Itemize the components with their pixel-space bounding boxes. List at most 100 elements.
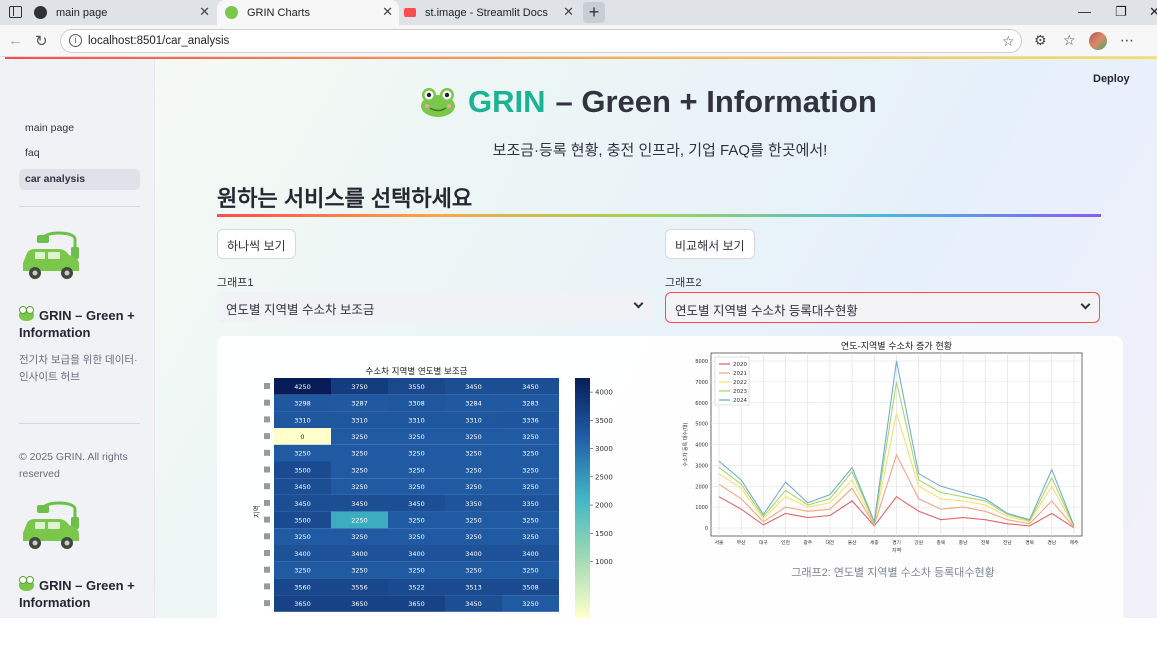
divider <box>19 206 140 207</box>
profile-avatar[interactable] <box>1089 32 1107 50</box>
heatmap-cell-label: 3250 <box>351 567 368 575</box>
heatmap-cell-label: 3450 <box>294 483 311 491</box>
heatmap-row-label-mark <box>264 449 270 456</box>
sidebar-item-car-analysis[interactable]: car analysis <box>19 169 140 190</box>
sidebar-item-faq[interactable]: faq <box>19 143 140 164</box>
site-info-icon[interactable]: i <box>69 34 82 47</box>
graph1-label: 그래프1 <box>217 277 254 289</box>
tab-title: st.image - Streamlit Docs <box>425 6 548 19</box>
heatmap-ylabel: 지역 <box>252 505 261 518</box>
heatmap-cell-label: 3310 <box>408 416 425 424</box>
favorite-star-icon[interactable]: ☆ <box>1002 33 1015 50</box>
heatmap-cell-label: 3250 <box>522 483 539 491</box>
ev-car-icon <box>23 501 79 549</box>
single-view-button[interactable]: 하나씩 보기 <box>217 229 296 259</box>
gradient-divider <box>217 214 1101 217</box>
y-tick-label: 0 <box>705 526 708 532</box>
close-icon[interactable]: ✕ <box>382 4 393 20</box>
heatmap-cell-label: 3250 <box>408 450 425 458</box>
tab-bar: main page ✕ GRIN Charts ✕ st.image - Str… <box>0 0 1157 25</box>
heatmap-cell-label: 3350 <box>465 500 482 508</box>
close-icon[interactable]: ✕ <box>199 4 210 20</box>
sidebar-brand-title: GRIN – Green + Information <box>19 576 135 610</box>
x-tick-label: 충북 <box>936 539 945 546</box>
url-field[interactable]: i localhost:8501/car_analysis ☆ <box>60 29 1022 53</box>
heatmap-cell-label: 3250 <box>522 466 539 474</box>
section-title: 원하는 서비스를 선택하세요 <box>217 186 473 211</box>
deploy-button[interactable]: Deploy <box>1093 73 1130 85</box>
tab-grin-charts[interactable]: GRIN Charts ✕ <box>217 0 399 25</box>
close-icon[interactable]: ✕ <box>563 4 574 20</box>
frog-icon <box>19 576 34 591</box>
heatmap-chart: 수소차 지역별 연도별 보조금지역 4250 3750 3550 3450 3450 329… <box>252 366 613 618</box>
extensions-icon[interactable]: ⚙ <box>1034 32 1047 49</box>
new-tab-button[interactable]: + <box>583 2 605 23</box>
y-tick-label: 8000 <box>695 359 708 365</box>
tab-title: GRIN Charts <box>247 6 310 19</box>
window-close-icon[interactable]: ✕ <box>1149 4 1157 20</box>
heatmap-cell-label: 3400 <box>465 550 482 558</box>
x-tick-label: 대전 <box>826 539 835 546</box>
heatmap-cell-label: 3298 <box>294 400 311 408</box>
heatmap-cell-label: 3400 <box>522 550 539 558</box>
heatmap-cell-label: 3250 <box>522 450 539 458</box>
sidebar-item-main-page[interactable]: main page <box>19 118 140 139</box>
heatmap-row-label-mark <box>264 583 270 590</box>
charts-panel: 수소차 지역별 연도별 보조금 지역 4250 3750 3550 3450 3450 329… <box>217 336 1123 626</box>
brand-name: GRIN <box>468 84 546 119</box>
heatmap-cell-label: 3250 <box>408 516 425 524</box>
heatmap-cell-label: 3650 <box>351 600 368 608</box>
compare-view-button[interactable]: 비교해서 보기 <box>665 229 755 259</box>
heatmap-cell-label: 4250 <box>294 383 311 391</box>
y-tick-label: 7000 <box>695 380 708 386</box>
heatmap-cell-label: 3250 <box>408 466 425 474</box>
y-tick-label: 5000 <box>695 422 708 428</box>
heatmap-cell-label: 3308 <box>408 400 425 408</box>
x-tick-label: 전북 <box>981 539 990 546</box>
streamlit-favicon-icon <box>404 8 416 17</box>
heatmap-cell-label: 3287 <box>351 400 368 408</box>
tab-actions-icon[interactable] <box>9 6 22 18</box>
sidebar-footer: © 2025 GRIN. All rights reserved <box>19 451 128 480</box>
colorbar-tick-label: 3000 <box>595 445 613 453</box>
heatmap-row-label-mark <box>264 550 270 556</box>
address-bar-row: ← ↻ i localhost:8501/car_analysis ☆ <box>0 25 1157 57</box>
y-tick-label: 4000 <box>695 443 708 449</box>
heatmap-cell-label: 3250 <box>465 450 482 458</box>
heatmap-cell-label: 3310 <box>465 416 482 424</box>
heatmap-cell-label: 3400 <box>408 550 425 558</box>
heatmap-cell-label: 3450 <box>465 383 482 391</box>
line-chart: 연도-지역별 수소차 증가 현황 0 1000 2000 3000 4000 5000 600… <box>682 340 1083 554</box>
x-tick-label: 전남 <box>1003 539 1012 546</box>
restore-icon[interactable]: ❐ <box>1115 4 1127 20</box>
x-tick-label: 울산 <box>848 539 857 546</box>
heatmap-cell-label: 3250 <box>351 450 368 458</box>
y-tick-label: 2000 <box>695 484 708 490</box>
heatmap-cell-label: 3350 <box>522 500 539 508</box>
heatmap-cell-label: 3500 <box>294 466 311 474</box>
heatmap-cell-label: 3283 <box>522 400 539 408</box>
heatmap-cell-label: 3310 <box>294 416 311 424</box>
favorites-icon[interactable]: ☆ <box>1063 32 1076 49</box>
graph1-select[interactable]: 연도별 지역별 수소차 보조금 <box>217 292 652 323</box>
frog-icon <box>19 306 34 321</box>
tab-main-page[interactable]: main page ✕ <box>34 0 216 25</box>
heatmap-cell-label: 0 <box>300 433 304 441</box>
heatmap-cell-label: 3250 <box>465 483 482 491</box>
tab-streamlit-docs[interactable]: st.image - Streamlit Docs ✕ <box>400 0 580 25</box>
more-menu-icon[interactable]: ⋯ <box>1120 32 1134 49</box>
heatmap-cell-label: 3250 <box>408 433 425 441</box>
page-bottom-blank <box>0 618 1157 650</box>
reload-icon[interactable]: ↻ <box>35 32 48 50</box>
legend-label: 2024 <box>733 398 747 404</box>
heatmap-cell-label: 3250 <box>294 533 311 541</box>
sidebar-brand-title: GRIN – Green + Information <box>19 306 135 340</box>
y-tick-label: 1000 <box>695 505 708 511</box>
heatmap-cell-label: 3250 <box>522 600 539 608</box>
url-text[interactable]: localhost:8501/car_analysis <box>88 35 229 47</box>
back-icon[interactable]: ← <box>8 32 23 49</box>
minimize-icon[interactable]: — <box>1078 4 1091 19</box>
heatmap-row-label-mark <box>264 483 270 490</box>
graph2-select[interactable]: 연도별 지역별 수소차 등록대수현황 <box>665 292 1100 323</box>
heatmap-cell-label: 3508 <box>522 583 539 591</box>
